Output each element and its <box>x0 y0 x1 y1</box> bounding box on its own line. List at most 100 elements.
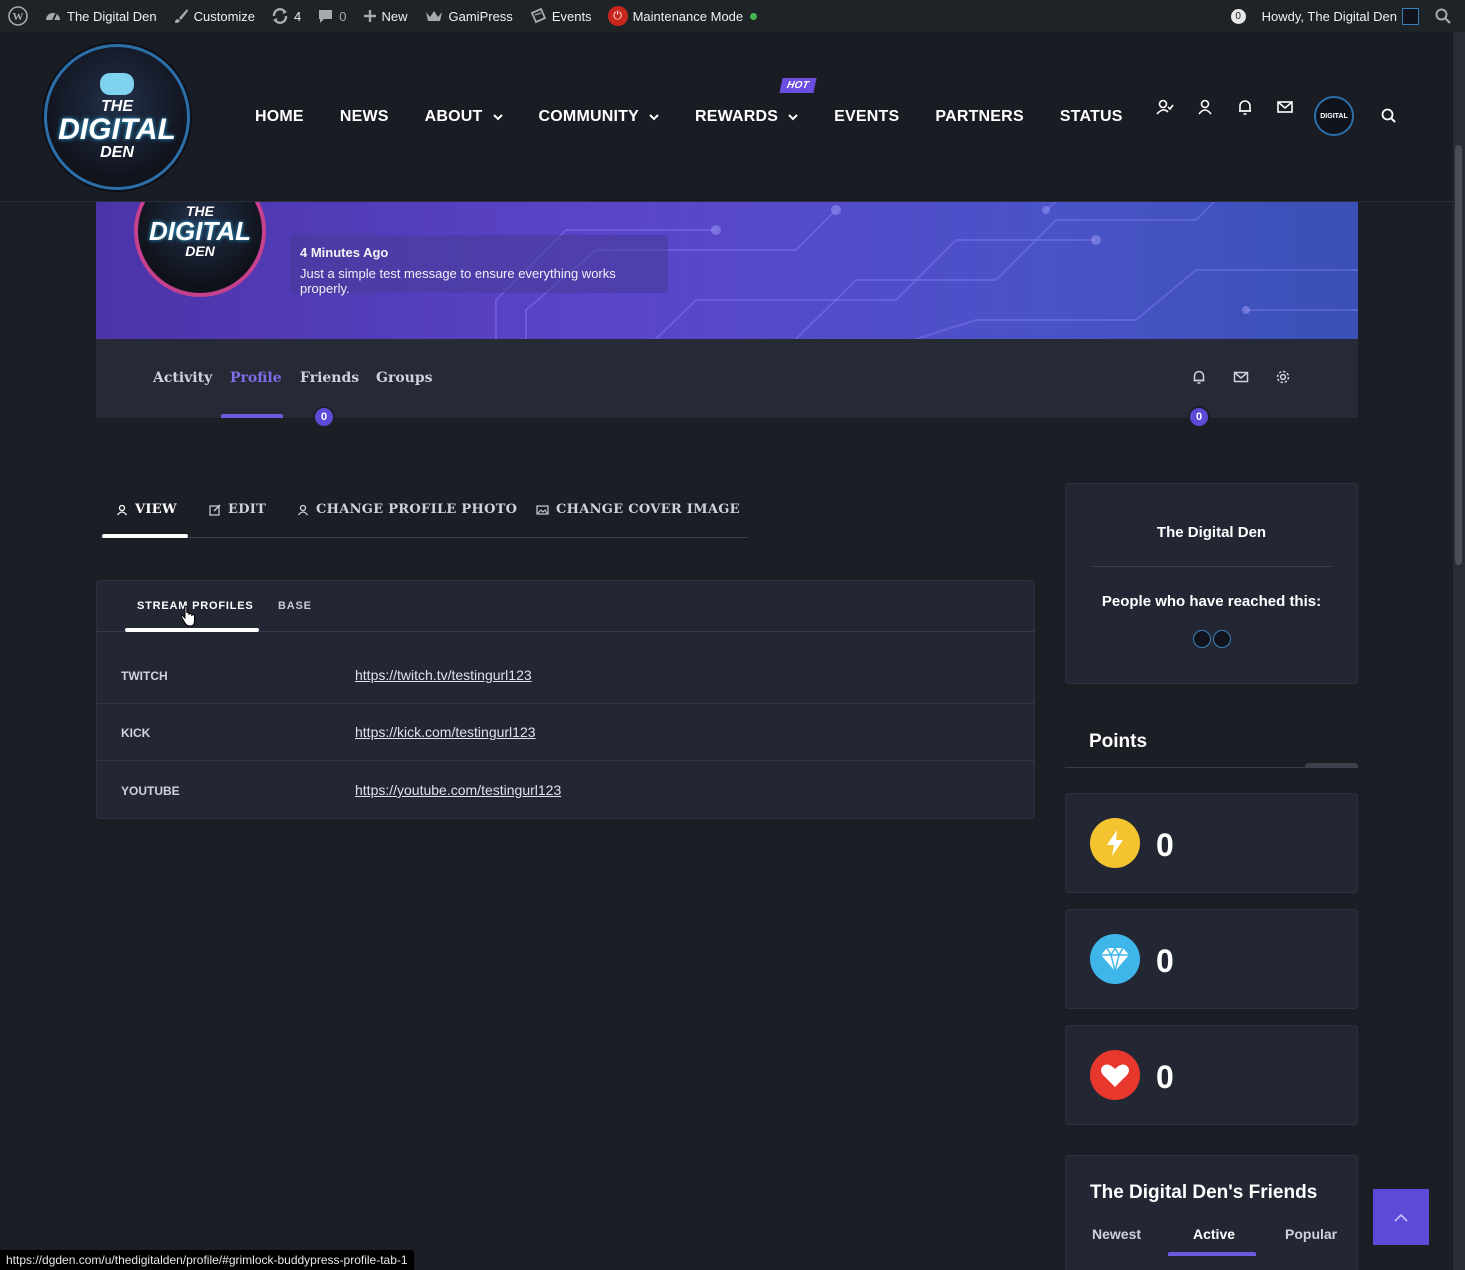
active-field-tab-indicator <box>125 628 259 632</box>
admin-site-name-label: The Digital Den <box>67 8 157 24</box>
avatar[interactable] <box>1213 630 1231 648</box>
bell-icon[interactable] <box>1236 98 1254 116</box>
tab-groups[interactable]: Groups <box>376 370 433 386</box>
tab-friends[interactable]: Friends <box>300 370 359 386</box>
admin-customize[interactable]: Customize <box>165 0 263 32</box>
gear-icon[interactable] <box>1275 369 1291 385</box>
nav-rewards-label: REWARDS <box>694 108 779 125</box>
header-user-icons <box>1156 98 1294 116</box>
subtab-edit[interactable]: EDIT <box>209 502 266 517</box>
points-card-lightning: 0 <box>1065 793 1358 893</box>
avatar[interactable] <box>1193 630 1211 648</box>
points-value: 0 <box>1156 827 1174 863</box>
tab-base[interactable]: BASE <box>278 600 312 612</box>
nav-events[interactable]: EVENTS <box>834 108 899 126</box>
table-row: TWITCH https://twitch.tv/testingurl123 <box>97 647 1034 704</box>
search-icon <box>1435 8 1451 24</box>
admin-search[interactable] <box>1427 0 1459 32</box>
tab-activity[interactable]: Activity <box>153 370 212 386</box>
nav-partners-label: PARTNERS <box>935 108 1024 125</box>
points-card-diamond: 0 <box>1065 909 1358 1009</box>
profile-avatar-line2: DIGITAL <box>148 216 252 246</box>
bell-icon[interactable] <box>1191 369 1207 385</box>
admin-maintenance-label: Maintenance Mode <box>632 8 744 24</box>
user-check-icon[interactable] <box>1156 98 1174 116</box>
chevron-down-icon <box>788 113 798 120</box>
field-label-kick: KICK <box>121 726 151 740</box>
ticket-icon <box>530 7 547 24</box>
comments-count: 0 <box>339 8 347 24</box>
site-header: THE DIGITAL DEN HOME NEWS ABOUT COMMUNIT… <box>0 32 1453 202</box>
nav-home[interactable]: HOME <box>255 108 304 126</box>
subtab-change-cover[interactable]: CHANGE COVER IMAGE <box>536 502 740 517</box>
search-icon[interactable] <box>1381 108 1397 124</box>
wordpress-logo-icon[interactable]: W <box>0 0 36 32</box>
gamepad-icon <box>100 73 134 95</box>
nav-news-label: NEWS <box>339 108 389 125</box>
power-icon: ⏻ <box>607 6 628 26</box>
tab-profile[interactable]: Profile <box>230 370 282 386</box>
kick-link[interactable]: https://kick.com/testingurl123 <box>355 724 536 740</box>
friends-widget: The Digital Den's Friends Newest Active … <box>1065 1155 1358 1270</box>
site-logo[interactable]: THE DIGITAL DEN <box>44 44 190 190</box>
updates-icon <box>272 8 288 24</box>
comment-icon <box>319 10 333 23</box>
edit-icon <box>209 504 221 516</box>
active-tab-indicator <box>221 414 283 418</box>
notifications-count-badge: 0 <box>1188 406 1210 428</box>
admin-events-label: Events <box>551 8 592 24</box>
nav-about[interactable]: ABOUT <box>425 108 503 126</box>
friends-tab-active[interactable]: Active <box>1193 1226 1235 1242</box>
friends-widget-title: The Digital Den's Friends <box>1090 1182 1318 1203</box>
active-friends-tab-indicator <box>1168 1252 1256 1256</box>
points-title: Points <box>1089 731 1148 752</box>
profile-fields-card: STREAM PROFILES BASE TWITCH https://twit… <box>96 580 1035 819</box>
admin-avatar <box>1402 7 1419 25</box>
nav-home-label: HOME <box>255 108 304 125</box>
mail-icon[interactable] <box>1276 98 1294 116</box>
nav-partners[interactable]: PARTNERS <box>935 108 1023 126</box>
chevron-down-icon <box>649 113 659 120</box>
twitch-link[interactable]: https://twitch.tv/testingurl123 <box>355 667 532 683</box>
user-icon[interactable] <box>1196 98 1214 116</box>
page-scrollbar-thumb[interactable] <box>1455 145 1462 565</box>
friends-tab-newest[interactable]: Newest <box>1092 1226 1141 1242</box>
table-row: KICK https://kick.com/testingurl123 <box>97 704 1034 761</box>
nav-news[interactable]: NEWS <box>340 108 389 126</box>
subtab-view[interactable]: VIEW <box>116 502 177 517</box>
mail-icon[interactable] <box>1233 369 1249 385</box>
nav-status[interactable]: STATUS <box>1060 108 1123 126</box>
admin-howdy-label: Howdy, The Digital Den <box>1261 8 1397 24</box>
divider-accent <box>1305 763 1358 768</box>
svg-text:W: W <box>13 11 24 23</box>
youtube-link[interactable]: https://youtube.com/testingurl123 <box>355 782 561 798</box>
admin-site-name[interactable]: The Digital Den <box>36 0 165 32</box>
logo-line3: DEN <box>100 144 134 161</box>
admin-gamipress-label: GamiPress <box>448 8 513 24</box>
points-value: 0 <box>1156 1059 1174 1095</box>
subtab-change-photo[interactable]: CHANGE PROFILE PHOTO <box>297 502 517 517</box>
nav-rewards[interactable]: REWARDS HOT <box>694 78 817 126</box>
admin-maintenance[interactable]: ⏻ Maintenance Mode <box>600 0 766 32</box>
header-avatar-text: DIGITAL <box>1320 112 1348 120</box>
nav-events-label: EVENTS <box>834 108 900 125</box>
points-card-heart: 0 <box>1065 1025 1358 1125</box>
admin-my-account[interactable]: Howdy, The Digital Den <box>1254 0 1427 32</box>
friends-tab-popular[interactable]: Popular <box>1285 1226 1337 1242</box>
nav-community[interactable]: COMMUNITY <box>539 108 659 126</box>
nav-status-label: STATUS <box>1059 108 1123 125</box>
logo-line2: DIGITAL <box>58 113 176 146</box>
header-user-avatar[interactable]: DIGITAL <box>1314 96 1354 136</box>
admin-gamipress[interactable]: GamiPress <box>416 0 521 32</box>
image-icon <box>536 504 549 515</box>
status-message: Just a simple test message to ensure eve… <box>300 266 616 296</box>
admin-notifications[interactable]: 0 <box>1223 0 1254 32</box>
admin-updates[interactable]: 4 <box>263 0 309 32</box>
table-row: YOUTUBE https://youtube.com/testingurl12… <box>97 762 1034 819</box>
back-to-top-button[interactable] <box>1373 1189 1429 1245</box>
admin-new[interactable]: New <box>355 0 416 32</box>
earners-avatars <box>1193 630 1231 648</box>
admin-comments[interactable]: 0 <box>309 0 354 32</box>
browser-status-url: https://dgden.com/u/thedigitalden/profil… <box>0 1250 414 1270</box>
admin-events[interactable]: Events <box>521 0 600 32</box>
